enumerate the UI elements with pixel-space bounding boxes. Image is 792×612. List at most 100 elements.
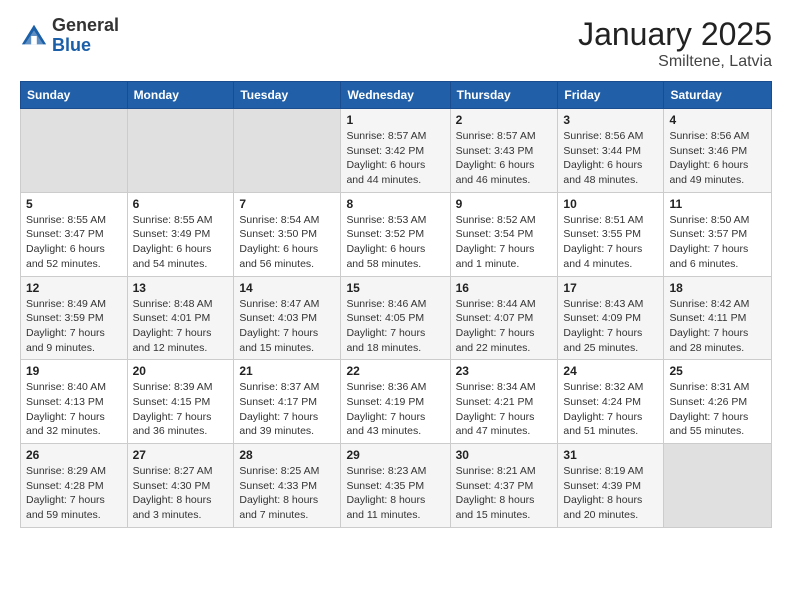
day-number: 15 xyxy=(346,281,444,295)
calendar-cell: 1 Sunrise: 8:57 AM Sunset: 3:42 PM Daylig… xyxy=(341,109,450,193)
day-info: Sunrise: 8:53 AM Sunset: 3:52 PM Dayligh… xyxy=(346,213,444,272)
calendar-cell xyxy=(127,109,234,193)
day-info: Sunrise: 8:43 AM Sunset: 4:09 PM Dayligh… xyxy=(563,297,658,356)
day-number: 1 xyxy=(346,113,444,127)
calendar-cell: 8 Sunrise: 8:53 AM Sunset: 3:52 PM Daylig… xyxy=(341,192,450,276)
calendar-cell: 20 Sunrise: 8:39 AM Sunset: 4:15 PM Dayli… xyxy=(127,360,234,444)
day-number: 6 xyxy=(133,197,229,211)
calendar-cell: 27 Sunrise: 8:27 AM Sunset: 4:30 PM Dayli… xyxy=(127,444,234,528)
calendar-cell xyxy=(21,109,128,193)
day-number: 20 xyxy=(133,364,229,378)
day-info: Sunrise: 8:42 AM Sunset: 4:11 PM Dayligh… xyxy=(669,297,766,356)
logo: General Blue xyxy=(20,16,119,56)
calendar-cell: 16Sunrise: 8:44 AM Sunset: 4:07 PM Dayli… xyxy=(450,276,558,360)
day-info: Sunrise: 8:25 AM Sunset: 4:33 PM Dayligh… xyxy=(239,464,335,523)
calendar-cell: 2 Sunrise: 8:57 AM Sunset: 3:43 PM Daylig… xyxy=(450,109,558,193)
weekday-header-saturday: Saturday xyxy=(664,82,772,109)
weekday-header-tuesday: Tuesday xyxy=(234,82,341,109)
day-number: 17 xyxy=(563,281,658,295)
calendar-cell: 30 Sunrise: 8:21 AM Sunset: 4:37 PM Dayli… xyxy=(450,444,558,528)
day-info: Sunrise: 8:37 AM Sunset: 4:17 PM Dayligh… xyxy=(239,380,335,439)
calendar-cell: 18 Sunrise: 8:42 AM Sunset: 4:11 PM Dayli… xyxy=(664,276,772,360)
day-info: Sunrise: 8:54 AM Sunset: 3:50 PM Dayligh… xyxy=(239,213,335,272)
logo-icon xyxy=(20,22,48,50)
day-info: Sunrise: 8:23 AM Sunset: 4:35 PM Dayligh… xyxy=(346,464,444,523)
day-info: Sunrise: 8:40 AM Sunset: 4:13 PM Dayligh… xyxy=(26,380,122,439)
header: General Blue January 2025 Smiltene, Latv… xyxy=(20,16,772,71)
day-info: Sunrise: 8:21 AM Sunset: 4:37 PM Dayligh… xyxy=(456,464,553,523)
day-info: Sunrise: 8:57 AM Sunset: 3:43 PM Dayligh… xyxy=(456,129,553,188)
day-number: 14 xyxy=(239,281,335,295)
day-number: 4 xyxy=(669,113,766,127)
calendar-cell xyxy=(664,444,772,528)
day-number: 12 xyxy=(26,281,122,295)
day-info: Sunrise: 8:31 AM Sunset: 4:26 PM Dayligh… xyxy=(669,380,766,439)
calendar-week-1: 1 Sunrise: 8:57 AM Sunset: 3:42 PM Daylig… xyxy=(21,109,772,193)
logo-general-text: General xyxy=(52,15,119,35)
day-info: Sunrise: 8:39 AM Sunset: 4:15 PM Dayligh… xyxy=(133,380,229,439)
day-number: 31 xyxy=(563,448,658,462)
logo-blue-text: Blue xyxy=(52,35,91,55)
calendar-cell: 31 Sunrise: 8:19 AM Sunset: 4:39 PM Dayli… xyxy=(558,444,664,528)
calendar-cell: 5 Sunrise: 8:55 AM Sunset: 3:47 PM Daylig… xyxy=(21,192,128,276)
title-block: January 2025 Smiltene, Latvia xyxy=(578,16,772,71)
day-number: 26 xyxy=(26,448,122,462)
day-number: 21 xyxy=(239,364,335,378)
day-number: 13 xyxy=(133,281,229,295)
day-number: 23 xyxy=(456,364,553,378)
day-number: 27 xyxy=(133,448,229,462)
calendar-cell: 14Sunrise: 8:47 AM Sunset: 4:03 PM Dayli… xyxy=(234,276,341,360)
day-number: 30 xyxy=(456,448,553,462)
day-number: 24 xyxy=(563,364,658,378)
day-number: 11 xyxy=(669,197,766,211)
calendar-week-4: 19 Sunrise: 8:40 AM Sunset: 4:13 PM Dayli… xyxy=(21,360,772,444)
calendar-cell: 7 Sunrise: 8:54 AM Sunset: 3:50 PM Daylig… xyxy=(234,192,341,276)
calendar-cell: 3 Sunrise: 8:56 AM Sunset: 3:44 PM Daylig… xyxy=(558,109,664,193)
calendar-cell: 17 Sunrise: 8:43 AM Sunset: 4:09 PM Dayli… xyxy=(558,276,664,360)
day-number: 10 xyxy=(563,197,658,211)
calendar-cell: 12 Sunrise: 8:49 AM Sunset: 3:59 PM Dayli… xyxy=(21,276,128,360)
calendar-cell: 13Sunrise: 8:48 AM Sunset: 4:01 PM Dayli… xyxy=(127,276,234,360)
day-info: Sunrise: 8:56 AM Sunset: 3:44 PM Dayligh… xyxy=(563,129,658,188)
calendar-cell: 11 Sunrise: 8:50 AM Sunset: 3:57 PM Dayli… xyxy=(664,192,772,276)
day-info: Sunrise: 8:51 AM Sunset: 3:55 PM Dayligh… xyxy=(563,213,658,272)
day-info: Sunrise: 8:19 AM Sunset: 4:39 PM Dayligh… xyxy=(563,464,658,523)
weekday-header-wednesday: Wednesday xyxy=(341,82,450,109)
calendar-header-row: SundayMondayTuesdayWednesdayThursdayFrid… xyxy=(21,82,772,109)
calendar-week-5: 26Sunrise: 8:29 AM Sunset: 4:28 PM Dayli… xyxy=(21,444,772,528)
day-info: Sunrise: 8:55 AM Sunset: 3:47 PM Dayligh… xyxy=(26,213,122,272)
day-number: 5 xyxy=(26,197,122,211)
day-number: 2 xyxy=(456,113,553,127)
weekday-header-monday: Monday xyxy=(127,82,234,109)
day-info: Sunrise: 8:57 AM Sunset: 3:42 PM Dayligh… xyxy=(346,129,444,188)
day-info: Sunrise: 8:50 AM Sunset: 3:57 PM Dayligh… xyxy=(669,213,766,272)
weekday-header-friday: Friday xyxy=(558,82,664,109)
calendar-week-2: 5 Sunrise: 8:55 AM Sunset: 3:47 PM Daylig… xyxy=(21,192,772,276)
day-number: 18 xyxy=(669,281,766,295)
calendar: SundayMondayTuesdayWednesdayThursdayFrid… xyxy=(20,81,772,528)
day-info: Sunrise: 8:49 AM Sunset: 3:59 PM Dayligh… xyxy=(26,297,122,356)
day-number: 25 xyxy=(669,364,766,378)
weekday-header-thursday: Thursday xyxy=(450,82,558,109)
day-info: Sunrise: 8:36 AM Sunset: 4:19 PM Dayligh… xyxy=(346,380,444,439)
day-number: 7 xyxy=(239,197,335,211)
day-number: 3 xyxy=(563,113,658,127)
calendar-cell: 25 Sunrise: 8:31 AM Sunset: 4:26 PM Dayli… xyxy=(664,360,772,444)
day-info: Sunrise: 8:27 AM Sunset: 4:30 PM Dayligh… xyxy=(133,464,229,523)
calendar-cell: 4Sunrise: 8:56 AM Sunset: 3:46 PM Daylig… xyxy=(664,109,772,193)
weekday-header-sunday: Sunday xyxy=(21,82,128,109)
calendar-cell: 6 Sunrise: 8:55 AM Sunset: 3:49 PM Daylig… xyxy=(127,192,234,276)
day-number: 19 xyxy=(26,364,122,378)
day-info: Sunrise: 8:44 AM Sunset: 4:07 PM Dayligh… xyxy=(456,297,553,356)
calendar-cell: 10 Sunrise: 8:51 AM Sunset: 3:55 PM Dayli… xyxy=(558,192,664,276)
calendar-cell: 22Sunrise: 8:36 AM Sunset: 4:19 PM Dayli… xyxy=(341,360,450,444)
calendar-cell: 23 Sunrise: 8:34 AM Sunset: 4:21 PM Dayli… xyxy=(450,360,558,444)
day-info: Sunrise: 8:34 AM Sunset: 4:21 PM Dayligh… xyxy=(456,380,553,439)
calendar-week-3: 12 Sunrise: 8:49 AM Sunset: 3:59 PM Dayli… xyxy=(21,276,772,360)
day-info: Sunrise: 8:46 AM Sunset: 4:05 PM Dayligh… xyxy=(346,297,444,356)
calendar-cell xyxy=(234,109,341,193)
calendar-cell: 19 Sunrise: 8:40 AM Sunset: 4:13 PM Dayli… xyxy=(21,360,128,444)
calendar-cell: 28Sunrise: 8:25 AM Sunset: 4:33 PM Dayli… xyxy=(234,444,341,528)
day-number: 8 xyxy=(346,197,444,211)
day-info: Sunrise: 8:55 AM Sunset: 3:49 PM Dayligh… xyxy=(133,213,229,272)
